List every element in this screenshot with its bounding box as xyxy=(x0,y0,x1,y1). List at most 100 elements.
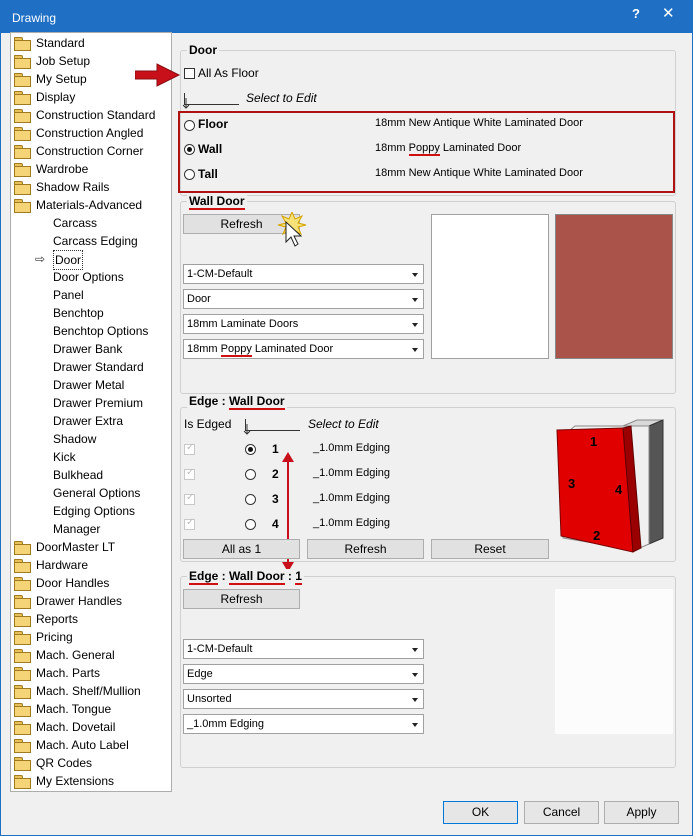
arrow-down-icon xyxy=(182,98,190,109)
selected-arrow-icon: ⇨ xyxy=(35,252,46,266)
edge-title-highlight: Wall Door xyxy=(229,394,285,410)
edge-4-radio[interactable] xyxy=(245,519,256,530)
edge-2-number: 2 xyxy=(272,467,279,481)
edge-1-title-part: Wall Door xyxy=(229,569,285,585)
dropdown-arrow-icon xyxy=(412,298,418,302)
tree-item-label: Shadow xyxy=(53,432,97,446)
tall-radio[interactable] xyxy=(184,169,195,180)
edge-1-combo-4[interactable]: _1.0mm Edging xyxy=(183,714,424,734)
edge-1-title: Edge : Wall Door : 1 xyxy=(187,569,304,585)
edge-refresh-button[interactable]: Refresh xyxy=(307,539,424,559)
edge-1-combo-1[interactable]: 1-CM-Default xyxy=(183,639,424,659)
folder-icon xyxy=(14,127,31,141)
edge-3-checkbox[interactable] xyxy=(184,492,195,505)
combo-text: Unsorted xyxy=(187,693,232,705)
tree-item-label: Shadow Rails xyxy=(36,180,110,194)
edge-1-combo-2[interactable]: Edge xyxy=(183,664,424,684)
edge-select-box[interactable] xyxy=(245,419,300,431)
dropdown-arrow-icon xyxy=(412,723,418,727)
all-as-floor-checkbox[interactable] xyxy=(184,68,195,79)
cancel-button[interactable]: Cancel xyxy=(524,801,599,824)
edge-2-checkbox[interactable] xyxy=(184,467,195,480)
folder-icon xyxy=(14,757,31,771)
edge-3-radio[interactable] xyxy=(245,494,256,505)
tree-item-label: Mach. Auto Label xyxy=(36,738,129,752)
edge-1-checkbox[interactable] xyxy=(184,442,195,455)
combo-text-highlight: Poppy xyxy=(220,343,252,357)
folder-icon xyxy=(14,163,31,177)
tree-item-label: Benchtop Options xyxy=(53,324,149,338)
folder-icon xyxy=(14,109,31,123)
ok-button[interactable]: OK xyxy=(443,801,518,824)
wall-door-combo-4[interactable]: 18mm Poppy Laminated Door xyxy=(183,339,424,359)
settings-tree[interactable]: Standard Job Setup My Setup Display Construc… xyxy=(10,32,172,792)
edge-4-material: _1.0mm Edging xyxy=(313,517,391,529)
combo-text: _1.0mm Edging xyxy=(187,718,265,730)
tree-item-label: Materials-Advanced xyxy=(36,198,143,212)
folder-icon xyxy=(14,577,31,591)
tree-item-label: Display xyxy=(36,90,76,104)
edge-2-radio[interactable] xyxy=(245,469,256,480)
tree-item-label: Kick xyxy=(53,450,76,464)
dropdown-arrow-icon xyxy=(412,323,418,327)
edge-1-refresh-button[interactable]: Refresh xyxy=(183,589,300,609)
folder-icon xyxy=(14,739,31,753)
floor-label: Floor xyxy=(198,117,228,131)
folder-icon xyxy=(14,55,31,69)
tree-item-label: Mach. Tongue xyxy=(36,702,112,716)
floor-material: 18mm New Antique White Laminated Door xyxy=(375,117,583,129)
folder-icon xyxy=(14,73,31,87)
folder-icon xyxy=(14,703,31,717)
folder-icon xyxy=(14,595,31,609)
tree-item-label: Reports xyxy=(36,612,79,626)
apply-button[interactable]: Apply xyxy=(604,801,679,824)
tree-item-label: Standard xyxy=(36,36,85,50)
window-title: Drawing xyxy=(12,11,57,25)
tree-item-label: Drawer Bank xyxy=(53,342,123,356)
tree-item-label: Construction Corner xyxy=(36,144,144,158)
arrow-down-icon xyxy=(243,424,251,435)
edge-select-to-edit-label: Select to Edit xyxy=(308,417,379,431)
folder-icon xyxy=(14,541,31,555)
help-button[interactable]: ? xyxy=(632,6,640,21)
tree-item-label: Panel xyxy=(53,288,84,302)
folder-icon xyxy=(14,685,31,699)
tree-item-label: Carcass Edging xyxy=(53,234,138,248)
pointer-arrow-icon xyxy=(135,63,181,87)
tree-item-label: Manager xyxy=(53,522,101,536)
edge-4-checkbox[interactable] xyxy=(184,517,195,530)
material-swatch xyxy=(555,214,673,359)
all-as-floor-label: All As Floor xyxy=(198,66,259,80)
edge-4-number: 4 xyxy=(272,517,279,531)
edge-1-combo-3[interactable]: Unsorted xyxy=(183,689,424,709)
wall-radio[interactable] xyxy=(184,144,195,155)
tree-item-label: My Extensions xyxy=(36,774,115,788)
edge-1-radio[interactable] xyxy=(245,444,256,455)
edge-1-number: 1 xyxy=(272,442,279,456)
tree-item-label: Drawer Metal xyxy=(53,378,125,392)
edge-1-preview xyxy=(555,589,673,734)
dropdown-arrow-icon xyxy=(412,673,418,677)
edge-reset-button[interactable]: Reset xyxy=(431,539,549,559)
folder-icon xyxy=(14,721,31,735)
dropdown-arrow-icon xyxy=(412,273,418,277)
folder-icon xyxy=(14,775,31,789)
close-button[interactable]: ✕ xyxy=(662,4,675,22)
all-as-1-button[interactable]: All as 1 xyxy=(183,539,300,559)
tree-item-label: Hardware xyxy=(36,558,89,572)
select-to-edit-box[interactable] xyxy=(184,93,239,105)
tall-material: 18mm New Antique White Laminated Door xyxy=(375,167,583,179)
tall-label: Tall xyxy=(198,167,218,181)
tree-item-label: Drawer Extra xyxy=(53,414,124,428)
floor-radio[interactable] xyxy=(184,120,195,131)
combo-text: Edge xyxy=(187,668,213,680)
dropdown-arrow-icon xyxy=(412,348,418,352)
folder-icon xyxy=(14,145,31,159)
wall-door-combo-1[interactable]: 1-CM-Default xyxy=(183,264,424,284)
wall-door-combo-3[interactable]: 18mm Laminate Doors xyxy=(183,314,424,334)
folder-icon xyxy=(14,37,31,51)
wall-door-combo-2[interactable]: Door xyxy=(183,289,424,309)
door-group-title: Door xyxy=(187,43,219,57)
tree-item-label: Benchtop xyxy=(53,306,104,320)
wall-material-highlight: Poppy xyxy=(408,142,440,156)
